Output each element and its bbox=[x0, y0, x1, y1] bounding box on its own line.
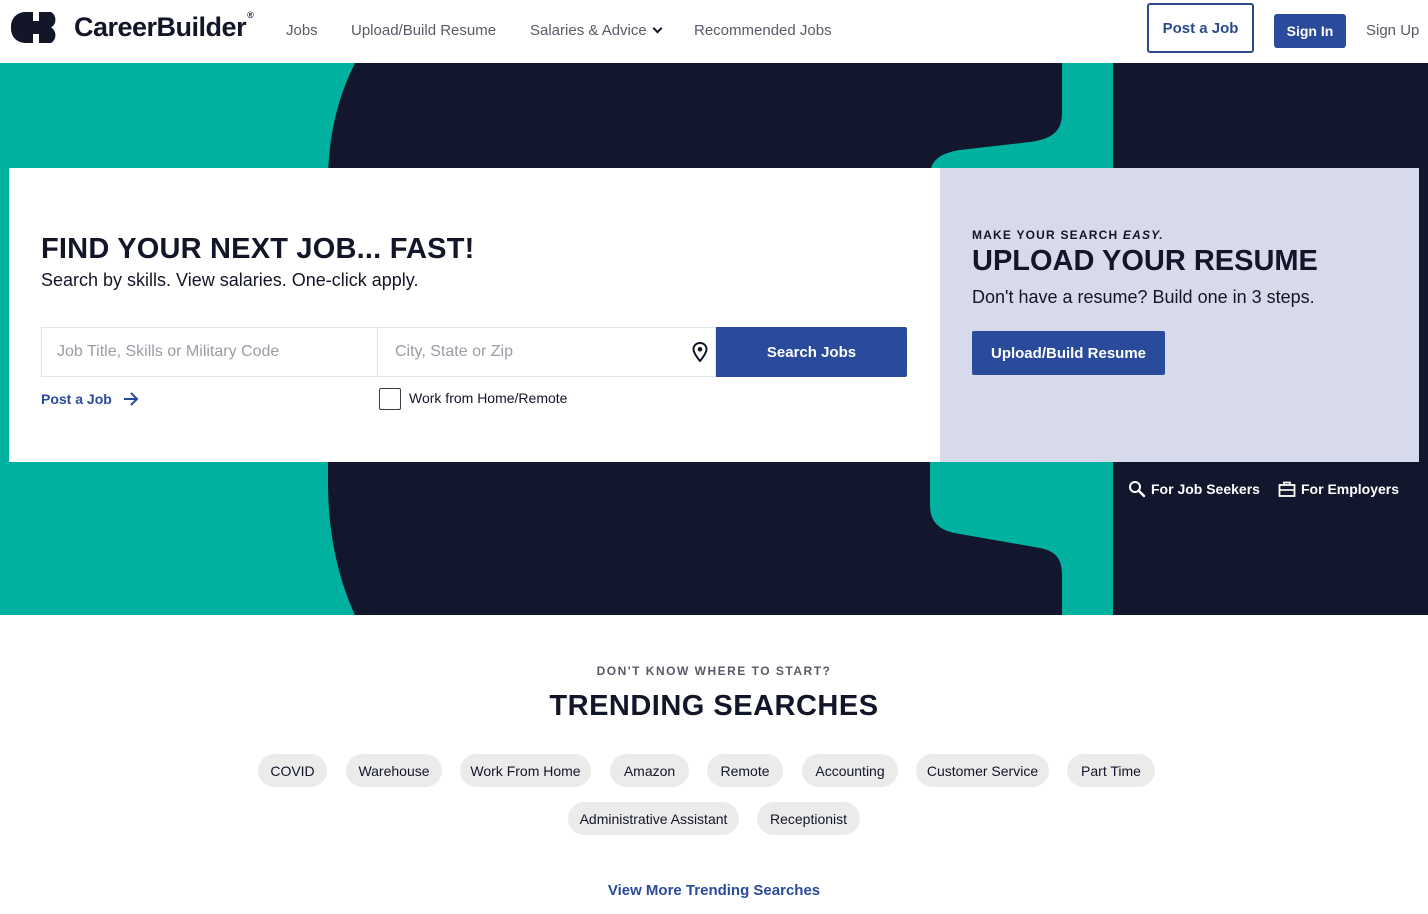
post-job-button[interactable]: Post a Job bbox=[1147, 3, 1254, 53]
for-employers-label: For Employers bbox=[1301, 481, 1400, 497]
trending-pill[interactable]: Customer Service bbox=[916, 754, 1049, 787]
careerbuilder-logo-icon bbox=[11, 12, 56, 43]
trending-pill[interactable]: Receptionist bbox=[757, 802, 860, 835]
site-header: CareerBuilder® Jobs Upload/Build Resume … bbox=[0, 0, 1428, 63]
brand-name: CareerBuilder® bbox=[74, 10, 254, 42]
trending-pill[interactable]: Remote bbox=[707, 754, 783, 787]
search-jobs-button[interactable]: Search Jobs bbox=[716, 327, 907, 377]
for-job-seekers-link[interactable]: For Job Seekers bbox=[1128, 480, 1260, 498]
trending-title: TRENDING SEARCHES bbox=[549, 690, 879, 722]
remote-checkbox-label[interactable]: Work from Home/Remote bbox=[409, 390, 567, 406]
search-card bbox=[9, 168, 940, 462]
resume-title: UPLOAD YOUR RESUME bbox=[972, 245, 1318, 277]
search-headline: FIND YOUR NEXT JOB... FAST! bbox=[41, 233, 475, 265]
remote-checkbox[interactable] bbox=[379, 388, 401, 410]
trending-pill[interactable]: Work From Home bbox=[460, 754, 591, 787]
trending-pill[interactable]: Administrative Assistant bbox=[568, 802, 739, 835]
nav-jobs[interactable]: Jobs bbox=[286, 22, 318, 39]
resume-kicker: MAKE YOUR SEARCH EASY. bbox=[972, 228, 1164, 242]
nav-recommended-jobs[interactable]: Recommended Jobs bbox=[694, 22, 832, 39]
for-employers-link[interactable]: For Employers bbox=[1278, 480, 1399, 498]
logo[interactable]: CareerBuilder® bbox=[11, 10, 254, 43]
post-job-link-label: Post a Job bbox=[41, 391, 112, 407]
trending-pill[interactable]: Warehouse bbox=[346, 754, 442, 787]
search-icon bbox=[1129, 481, 1146, 498]
trending-kicker: DON'T KNOW WHERE TO START? bbox=[596, 664, 832, 678]
trending-pill[interactable]: Accounting bbox=[802, 754, 898, 787]
sign-up-link[interactable]: Sign Up bbox=[1366, 22, 1419, 39]
view-more-trending-link[interactable]: View More Trending Searches bbox=[0, 882, 1428, 899]
for-job-seekers-label: For Job Seekers bbox=[1151, 481, 1260, 497]
chevron-down-icon bbox=[652, 23, 663, 34]
job-title-input[interactable]: Job Title, Skills or Military Code bbox=[41, 327, 378, 377]
nav-salaries-advice[interactable]: Salaries & Advice bbox=[530, 22, 663, 39]
location-input[interactable]: City, State or Zip bbox=[378, 327, 716, 377]
nav-upload-resume[interactable]: Upload/Build Resume bbox=[351, 22, 496, 39]
briefcase-icon bbox=[1278, 481, 1296, 497]
trending-pill[interactable]: Part Time bbox=[1067, 754, 1155, 787]
search-subline: Search by skills. View salaries. One-cli… bbox=[41, 270, 419, 290]
map-pin-icon bbox=[692, 342, 708, 362]
resume-card bbox=[940, 168, 1419, 462]
upload-resume-button[interactable]: Upload/Build Resume bbox=[972, 331, 1165, 375]
trending-pill[interactable]: Amazon bbox=[610, 754, 689, 787]
resume-subtitle: Don't have a resume? Build one in 3 step… bbox=[972, 287, 1315, 307]
nav-salaries-label: Salaries & Advice bbox=[530, 22, 647, 39]
trending-pill[interactable]: COVID bbox=[258, 754, 327, 787]
sign-in-button[interactable]: Sign In bbox=[1274, 14, 1346, 48]
post-job-link[interactable]: Post a Job bbox=[41, 391, 140, 407]
arrow-right-icon bbox=[123, 392, 139, 406]
